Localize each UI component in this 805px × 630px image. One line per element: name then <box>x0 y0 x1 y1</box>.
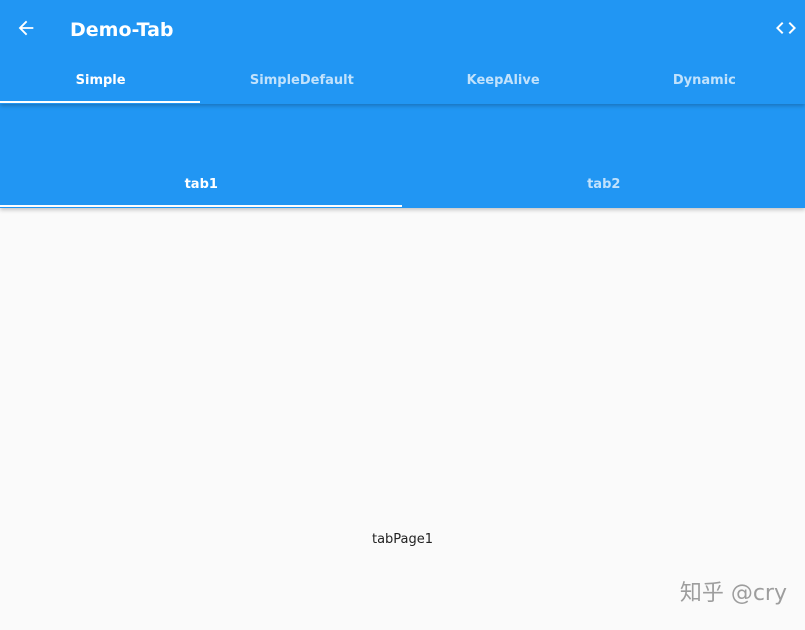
inner-tab-bar-container: tab1 tab2 <box>0 104 805 208</box>
page-title: Demo-Tab <box>70 19 174 41</box>
back-button[interactable] <box>12 14 40 42</box>
tab-dynamic[interactable]: Dynamic <box>604 56 805 104</box>
tab-page-content: tabPage1 <box>0 208 805 630</box>
tab-page-text: tabPage1 <box>371 532 434 547</box>
top-tab-bar: Simple SimpleDefault KeepAlive Dynamic <box>0 56 805 104</box>
arrow-back-icon <box>18 20 34 36</box>
tab-simple[interactable]: Simple <box>0 56 201 104</box>
tab-keep-alive[interactable]: KeepAlive <box>403 56 604 104</box>
top-tab-indicator <box>0 101 200 103</box>
inner-tab-indicator <box>0 205 402 207</box>
tab-tab1[interactable]: tab1 <box>0 160 403 208</box>
tab-tab2[interactable]: tab2 <box>403 160 805 208</box>
view-code-button[interactable] <box>773 15 799 41</box>
app-window: Demo-Tab Simple SimpleDefault KeepAlive … <box>0 0 805 630</box>
app-bar: Demo-Tab Simple SimpleDefault KeepAlive … <box>0 0 805 104</box>
code-icon <box>776 22 796 34</box>
watermark: 知乎 @cry <box>679 581 787 606</box>
inner-tab-bar: tab1 tab2 <box>0 160 805 208</box>
tab-simple-default[interactable]: SimpleDefault <box>201 56 402 104</box>
